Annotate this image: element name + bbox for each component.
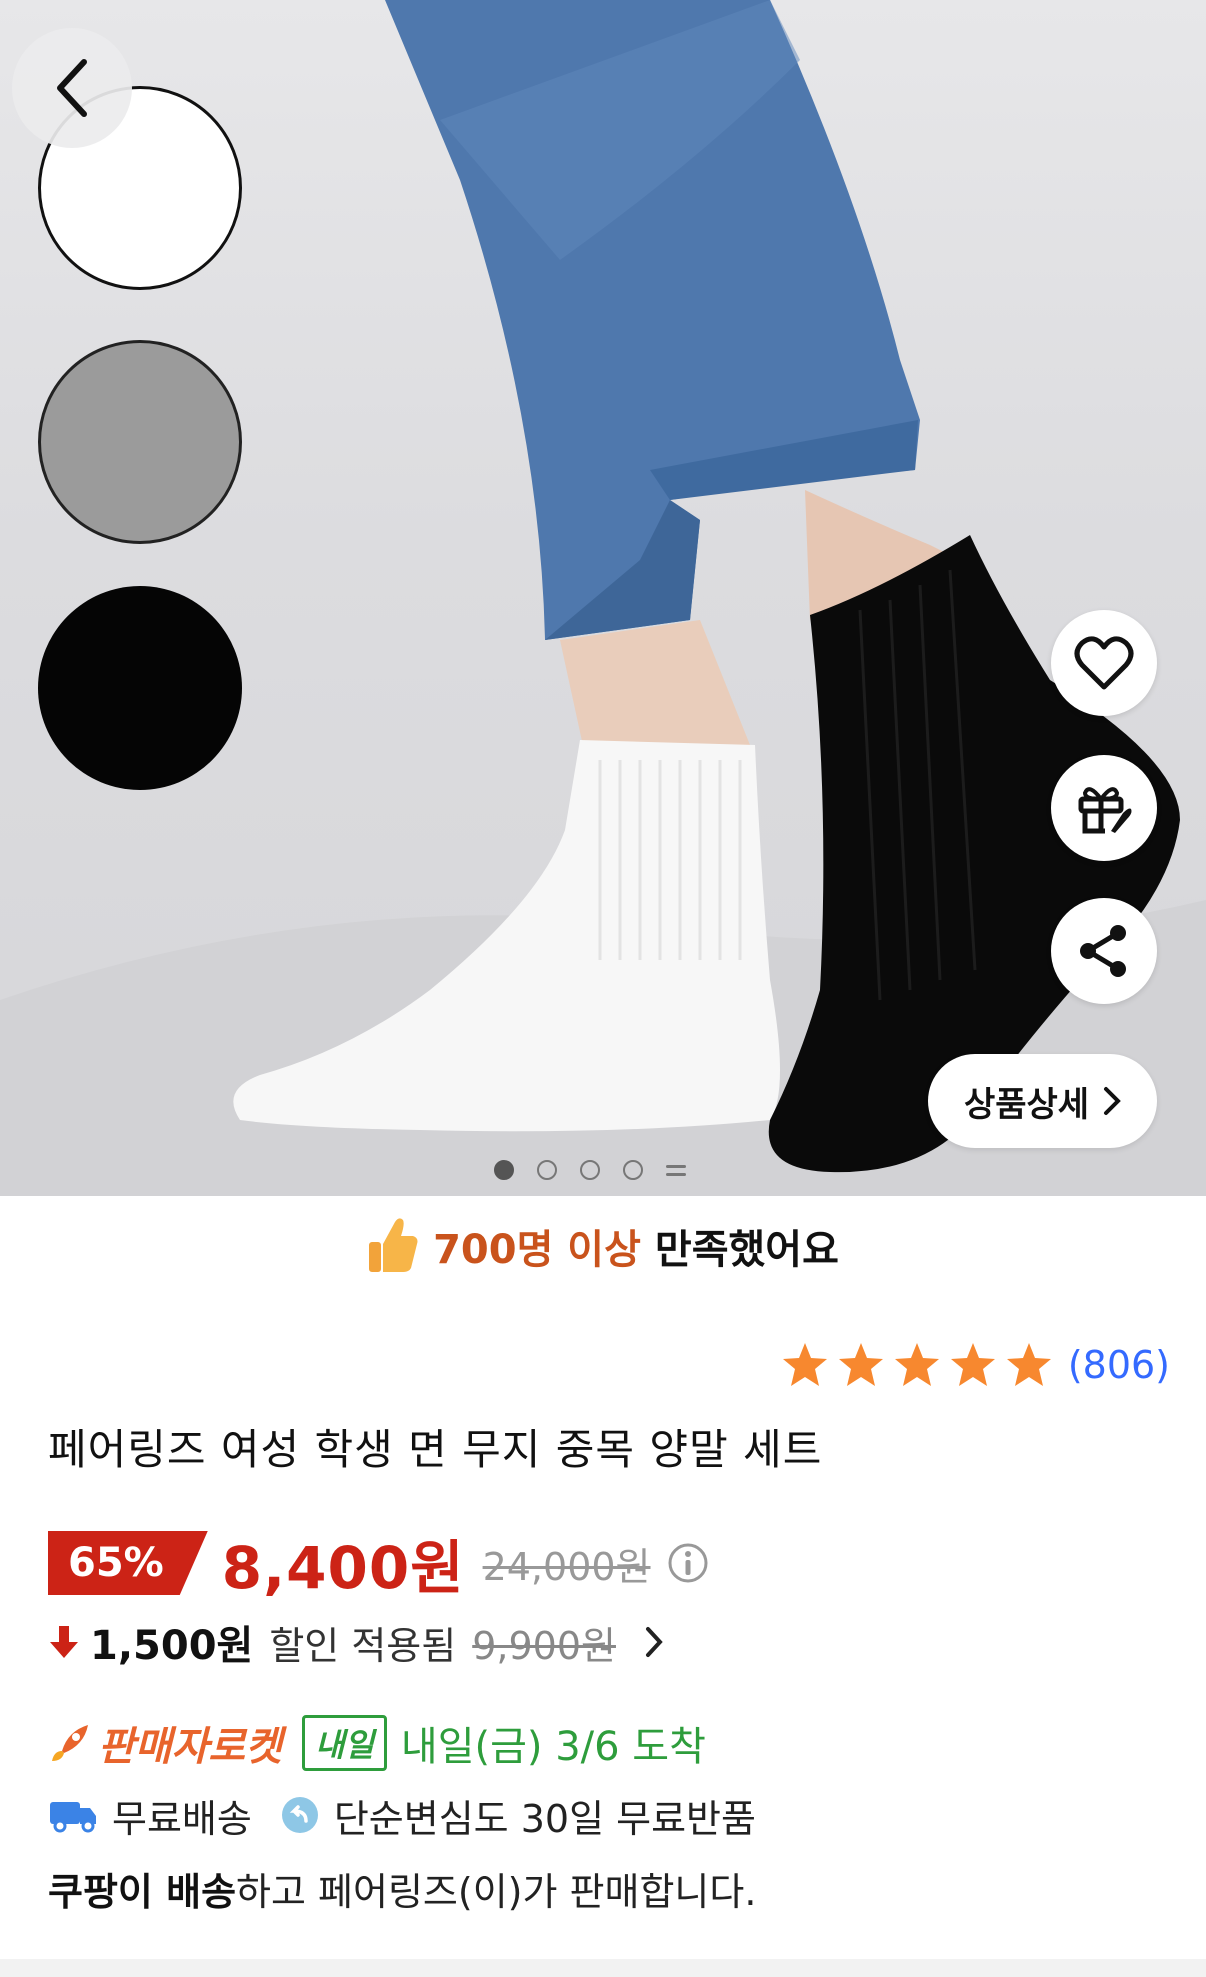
star-icon (894, 1343, 939, 1386)
tomorrow-badge: 내일 (302, 1715, 387, 1771)
product-detail-button[interactable]: 상품상세 (928, 1054, 1157, 1148)
product-title: 페어링즈 여성 학생 면 무지 중목 양말 세트 (48, 1425, 823, 1474)
heart-icon (1074, 636, 1134, 690)
back-button[interactable] (12, 28, 132, 148)
free-shipping-text: 무료배송 (112, 1796, 252, 1841)
review-count[interactable]: (806) (1068, 1343, 1170, 1387)
chevron-left-icon (57, 59, 87, 117)
return-icon (281, 1797, 318, 1833)
coupon-amount: 1,500원 (90, 1623, 254, 1669)
sale-price: 8,400원 (221, 1534, 465, 1602)
star-icon (1006, 1343, 1051, 1386)
arrow-down-icon (50, 1626, 78, 1658)
gift-button[interactable] (1051, 755, 1157, 861)
rocket-label: 판매자로켓 (98, 1724, 282, 1770)
rating-summary[interactable]: (806) (780, 1340, 1170, 1390)
pagination-more-indicator (666, 1160, 686, 1180)
chevron-right-icon (645, 1627, 663, 1657)
star-icon (950, 1343, 995, 1386)
thumbs-up-icon (369, 1218, 418, 1272)
gift-rocket-icon (1078, 787, 1132, 834)
product-image-carousel[interactable]: 상품상세 (0, 0, 1206, 1196)
chevron-right-icon (1104, 1087, 1121, 1115)
carousel-pagination[interactable] (494, 1160, 686, 1180)
seller-text: 하고 페어링즈(이)가 판매합니다. (236, 1869, 757, 1914)
pagination-dot[interactable] (537, 1160, 557, 1180)
coupon-original-price: 9,900원 (472, 1623, 616, 1668)
seller-delivery-bold: 쿠팡이 배송 (48, 1869, 237, 1914)
price-row: 65% 8,400원 24,000원 (48, 1527, 709, 1602)
color-swatch-black (38, 586, 242, 790)
section-divider (0, 1959, 1206, 1977)
pagination-dot[interactable] (623, 1160, 643, 1180)
satisfaction-text: 만족했어요 (654, 1227, 839, 1273)
pagination-dot[interactable] (580, 1160, 600, 1180)
wishlist-button[interactable] (1051, 610, 1157, 716)
share-button[interactable] (1051, 898, 1157, 1004)
share-icon (1080, 925, 1126, 977)
product-detail-label: 상품상세 (963, 1084, 1090, 1125)
coupon-discount-row[interactable]: 1,500원 할인 적용됨 9,900원 (48, 1612, 670, 1672)
satisfaction-banner: 700명 이상 만족했어요 (0, 1196, 1206, 1296)
delivery-row: 판매자로켓 내일 내일(금) 3/6 도착 (48, 1712, 706, 1774)
truck-icon (50, 1802, 96, 1833)
arrival-date: 내일(금) 3/6 도착 (400, 1724, 706, 1770)
coupon-label: 할인 적용됨 (269, 1623, 457, 1668)
return-policy-text: 단순변심도 30일 무료반품 (333, 1796, 756, 1841)
info-icon[interactable] (667, 1542, 709, 1584)
star-icon (838, 1343, 883, 1386)
satisfaction-count: 700명 이상 (433, 1227, 641, 1273)
shipping-info-row: 무료배송 단순변심도 30일 무료반품 (48, 1785, 756, 1845)
color-swatch-gray (38, 340, 242, 544)
pagination-dot-active[interactable] (494, 1160, 514, 1180)
original-price: 24,000원 (482, 1544, 651, 1589)
star-icon (782, 1343, 827, 1386)
rocket-icon (52, 1725, 88, 1761)
seller-info: 쿠팡이 배송 하고 페어링즈(이)가 판매합니다. (48, 1858, 756, 1918)
discount-badge: 65% (48, 1531, 208, 1595)
